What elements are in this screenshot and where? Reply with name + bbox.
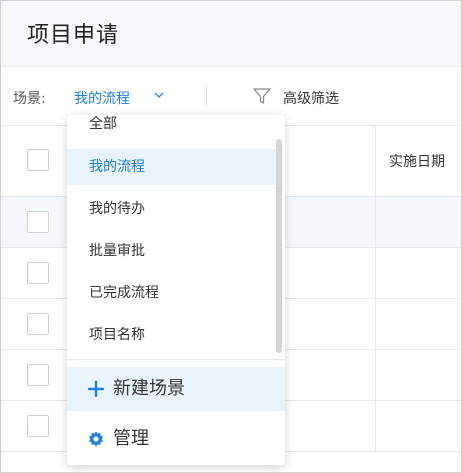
plus-icon <box>87 380 105 398</box>
column-divider <box>375 350 376 400</box>
scene-option-batch-approve[interactable]: 批量审批 <box>67 233 277 269</box>
column-divider <box>375 248 376 298</box>
column-divider <box>375 299 376 349</box>
page-title: 项目申请 <box>27 23 120 48</box>
new-scene-button[interactable]: 新建场景 <box>67 367 285 411</box>
scene-selector[interactable]: 我的流程 <box>74 88 130 108</box>
column-divider <box>375 197 376 247</box>
column-header-date[interactable]: 实施日期 <box>389 151 445 171</box>
dropdown-scrollbar[interactable] <box>276 139 282 353</box>
column-divider <box>375 126 376 196</box>
row-checkbox[interactable] <box>27 262 49 284</box>
gear-icon <box>89 431 103 447</box>
row-checkbox[interactable] <box>27 364 49 386</box>
scene-option-all[interactable]: 全部 <box>67 115 277 142</box>
new-scene-label: 新建场景 <box>113 378 185 399</box>
row-checkbox[interactable] <box>27 211 49 233</box>
page-header: 项目申请 <box>1 1 461 67</box>
manage-scenes-button[interactable]: 管理 <box>67 417 285 461</box>
scene-option-project-name[interactable]: 项目名称 <box>67 317 277 353</box>
dropdown-separator <box>67 359 285 360</box>
scene-option-my-process[interactable]: 我的流程 <box>67 149 277 185</box>
manage-label: 管理 <box>113 428 149 449</box>
advanced-filter-button[interactable]: 高级筛选 <box>283 88 339 108</box>
column-divider <box>375 401 376 451</box>
select-all-checkbox[interactable] <box>27 149 49 171</box>
row-checkbox[interactable] <box>27 313 49 335</box>
app-window: 项目申请 场景: 我的流程 高级筛选 实施日期 全部 我的流程 我的待办 批量审… <box>0 0 462 473</box>
filter-divider <box>206 85 207 107</box>
scene-label: 场景: <box>13 91 46 107</box>
row-checkbox[interactable] <box>27 415 49 437</box>
scene-option-my-todo[interactable]: 我的待办 <box>67 191 277 227</box>
filter-icon[interactable] <box>252 86 272 106</box>
chevron-down-icon[interactable] <box>153 89 165 101</box>
scene-option-completed[interactable]: 已完成流程 <box>67 275 277 311</box>
scene-dropdown: 全部 我的流程 我的待办 批量审批 已完成流程 项目名称 新建场景 管理 <box>67 115 285 465</box>
